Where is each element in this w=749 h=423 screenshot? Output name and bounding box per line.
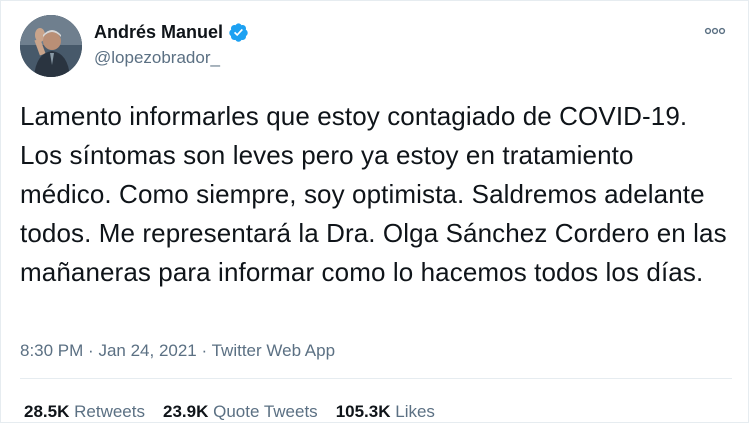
more-options-icon[interactable] [702, 21, 728, 41]
retweets-count: 28.5K [24, 402, 70, 421]
author-info: Andrés Manuel @lopezobrador_ [94, 21, 249, 69]
tweet-date[interactable]: Jan 24, 2021 [98, 341, 196, 360]
separator-dot: · [201, 341, 208, 360]
tweet-stats: 28.5K Retweets 23.9K Quote Tweets 105.3K… [24, 401, 435, 423]
likes-stat[interactable]: 105.3K Likes [336, 401, 435, 423]
avatar[interactable] [20, 15, 82, 77]
quote-tweets-label: Quote Tweets [213, 402, 318, 421]
likes-label: Likes [395, 402, 435, 421]
name-row: Andrés Manuel [94, 21, 249, 43]
quote-tweets-stat[interactable]: 23.9K Quote Tweets [163, 401, 318, 423]
separator-dot: · [88, 341, 94, 360]
author-display-name[interactable]: Andrés Manuel [94, 21, 223, 43]
tweet-card: Andrés Manuel @lopezobrador_ Lamento inf… [0, 0, 749, 423]
divider [20, 378, 732, 379]
tweet-text: Lamento informarles que estoy contagiado… [20, 101, 727, 287]
likes-count: 105.3K [335, 402, 391, 421]
tweet-header: Andrés Manuel @lopezobrador_ [20, 15, 732, 77]
retweets-stat[interactable]: 28.5K Retweets [24, 401, 145, 423]
author-handle[interactable]: @lopezobrador_ [94, 47, 249, 69]
retweets-label: Retweets [74, 402, 145, 421]
quote-tweets-count: 23.9K [162, 402, 209, 421]
tweet-metadata: 8:30 PM · Jan 24, 2021 · Twitter Web App [20, 340, 335, 362]
tweet-source-link[interactable]: Twitter Web App [212, 341, 335, 360]
tweet-time[interactable]: 8:30 PM [20, 341, 83, 360]
verified-badge-icon [228, 22, 249, 43]
